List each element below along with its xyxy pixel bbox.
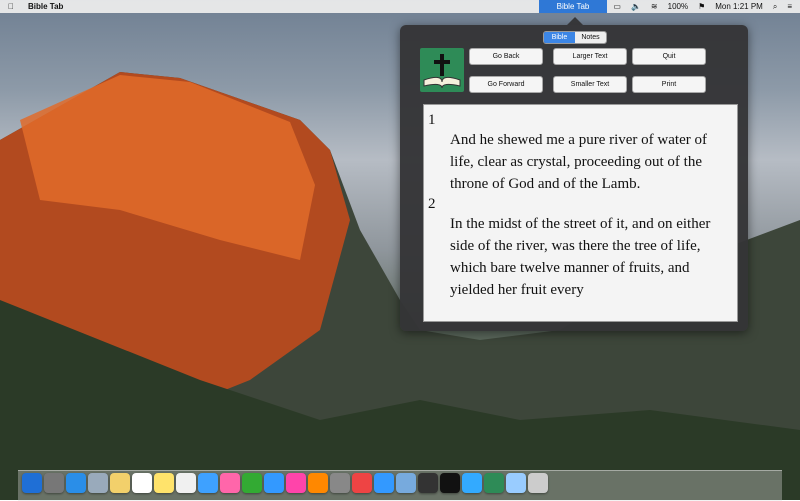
verse-number: 2 xyxy=(428,196,436,212)
go-back-button[interactable]: Go Back xyxy=(469,48,543,65)
xcode-icon[interactable] xyxy=(462,473,482,493)
terminal-icon[interactable] xyxy=(440,473,460,493)
go-forward-button[interactable]: Go Forward xyxy=(469,76,543,93)
larger-text-button[interactable]: Larger Text xyxy=(553,48,627,65)
messages-icon[interactable] xyxy=(198,473,218,493)
bible-tab-menu-item[interactable]: Bible Tab xyxy=(539,0,607,13)
keynote-icon[interactable] xyxy=(264,473,284,493)
mail-icon[interactable] xyxy=(88,473,108,493)
reminders-icon[interactable] xyxy=(176,473,196,493)
notification-center-icon[interactable]: ≡ xyxy=(787,0,792,13)
tab-bible[interactable]: Bible xyxy=(544,32,575,43)
notes-icon[interactable] xyxy=(110,473,130,493)
ibooks-icon[interactable] xyxy=(308,473,328,493)
stickies-icon[interactable] xyxy=(154,473,174,493)
quit-button[interactable]: Quit xyxy=(632,48,706,65)
photos-icon[interactable] xyxy=(220,473,240,493)
dock-icons xyxy=(22,473,548,493)
preview-icon[interactable] xyxy=(396,473,416,493)
launchpad-icon[interactable] xyxy=(44,473,64,493)
flag-icon[interactable]: ⚑ xyxy=(698,0,705,13)
wifi-icon[interactable]: ≋ xyxy=(651,0,658,13)
verse-text: In the midst of the street of it, and on… xyxy=(450,216,711,298)
print-button[interactable]: Print xyxy=(632,76,706,93)
clock[interactable]: Mon 1:21 PM xyxy=(715,0,763,13)
chrome-icon[interactable] xyxy=(352,473,372,493)
popover-arrow xyxy=(567,17,583,25)
smaller-text-button[interactable]: Smaller Text xyxy=(553,76,627,93)
calendar-icon[interactable] xyxy=(132,473,152,493)
itunes-icon[interactable] xyxy=(286,473,306,493)
trash-icon[interactable] xyxy=(528,473,548,493)
bible-text-view[interactable]: 1 And he shewed me a pure river of water… xyxy=(423,104,738,322)
verse-number: 1 xyxy=(428,112,436,128)
finder-icon[interactable] xyxy=(22,473,42,493)
app-store-icon[interactable] xyxy=(374,473,394,493)
verse-text: And he shewed me a pure river of water o… xyxy=(450,132,707,192)
bible-tab-icon[interactable] xyxy=(484,473,504,493)
tab-notes[interactable]: Notes xyxy=(575,32,606,43)
spotlight-search-icon[interactable]: ⌕ xyxy=(773,0,777,13)
airplay-icon[interactable]: ▭ xyxy=(613,0,621,13)
menu-bar:  Bible Tab Bible Tab ▭ 🔈 ≋ 100% ⚑ Mon 1… xyxy=(0,0,800,13)
app-menu-name[interactable]: Bible Tab xyxy=(28,0,63,13)
apple-menu-icon[interactable]:  xyxy=(8,0,14,13)
numbers-icon[interactable] xyxy=(242,473,262,493)
activity-monitor-icon[interactable] xyxy=(418,473,438,493)
downloads-icon[interactable] xyxy=(506,473,526,493)
battery-percent[interactable]: 100% xyxy=(668,0,688,13)
safari-icon[interactable] xyxy=(66,473,86,493)
volume-icon[interactable]: 🔈 xyxy=(631,0,641,13)
view-segmented-control[interactable]: Bible Notes xyxy=(543,31,607,44)
system-prefs-icon[interactable] xyxy=(330,473,350,493)
bible-book-icon xyxy=(420,48,464,92)
